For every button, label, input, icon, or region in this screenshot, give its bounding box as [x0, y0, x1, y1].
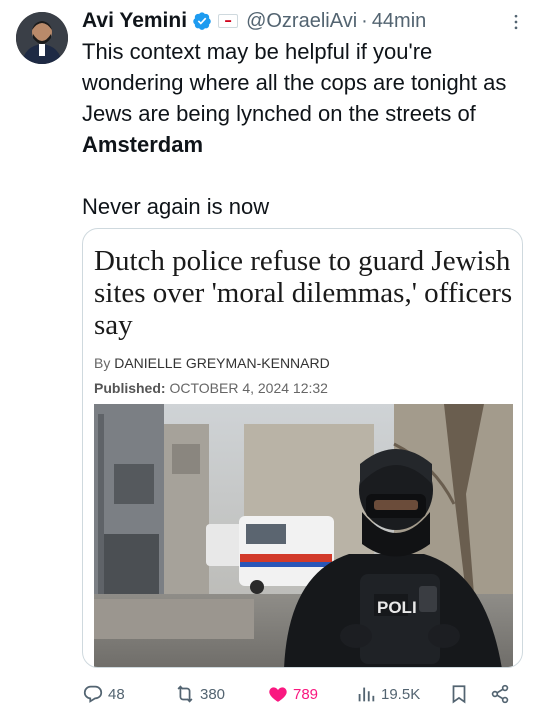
- published-date: OCTOBER 4, 2024 12:32: [169, 380, 328, 396]
- views-chart-icon: [358, 687, 375, 702]
- reply-icon: [83, 685, 103, 703]
- action-bar: 48 380 789 19.5K: [82, 680, 522, 708]
- share-icon: [491, 684, 509, 704]
- byline-prefix: By: [94, 355, 111, 371]
- reply-button[interactable]: 48: [82, 680, 125, 708]
- tweet-timestamp[interactable]: 44min: [372, 10, 426, 33]
- police-patch-text: POLI: [377, 598, 417, 617]
- tweet-paragraph-1: This context may be helpful if you're wo…: [82, 36, 530, 160]
- published-label: Published:: [94, 380, 166, 396]
- tweet: Avi Yemini ▬ @OzraeliAvi · 44min This co…: [0, 0, 540, 721]
- display-name[interactable]: Avi Yemini: [82, 9, 187, 33]
- bookmark-icon: [452, 685, 466, 704]
- retweet-count: 380: [200, 685, 226, 703]
- reply-count: 48: [108, 685, 125, 703]
- heart-filled-icon: [269, 687, 287, 702]
- like-button[interactable]: 789: [267, 680, 318, 708]
- bookmark-button[interactable]: [448, 680, 470, 708]
- article-byline: By DANIELLE GREYMAN-KENNARD: [94, 355, 330, 371]
- article-headline[interactable]: Dutch police refuse to guard Jewish site…: [94, 245, 514, 341]
- more-options-icon[interactable]: [506, 12, 526, 32]
- retweet-button[interactable]: 380: [174, 680, 225, 708]
- share-button[interactable]: [489, 680, 511, 708]
- byline-author: DANIELLE GREYMAN-KENNARD: [114, 355, 330, 371]
- tweet-text: This context may be helpful if you're wo…: [82, 36, 530, 222]
- tweet-header: Avi Yemini ▬ @OzraeliAvi · 44min: [82, 8, 526, 34]
- verified-badge-icon[interactable]: [192, 11, 212, 31]
- link-preview-card[interactable]: Dutch police refuse to guard Jewish site…: [82, 228, 523, 668]
- article-published: Published: OCTOBER 4, 2024 12:32: [94, 380, 328, 396]
- views-button[interactable]: 19.5K: [355, 680, 420, 708]
- article-photo[interactable]: POLI: [94, 404, 513, 667]
- retweet-icon: [177, 685, 193, 703]
- avatar[interactable]: [16, 12, 68, 64]
- avatar-image: [16, 12, 68, 64]
- police-officer-photo: POLI: [94, 404, 513, 667]
- tweet-text-bold: Amsterdam: [82, 132, 204, 157]
- author-handle[interactable]: @OzraeliAvi: [246, 10, 357, 33]
- tweet-paragraph-2: Never again is now: [82, 194, 270, 219]
- tweet-text-plain: This context may be helpful if you're wo…: [82, 39, 507, 126]
- view-count: 19.5K: [381, 685, 421, 703]
- like-count: 789: [293, 685, 319, 703]
- separator-dot: ·: [361, 9, 368, 32]
- affiliate-flag-icon[interactable]: ▬: [218, 14, 239, 28]
